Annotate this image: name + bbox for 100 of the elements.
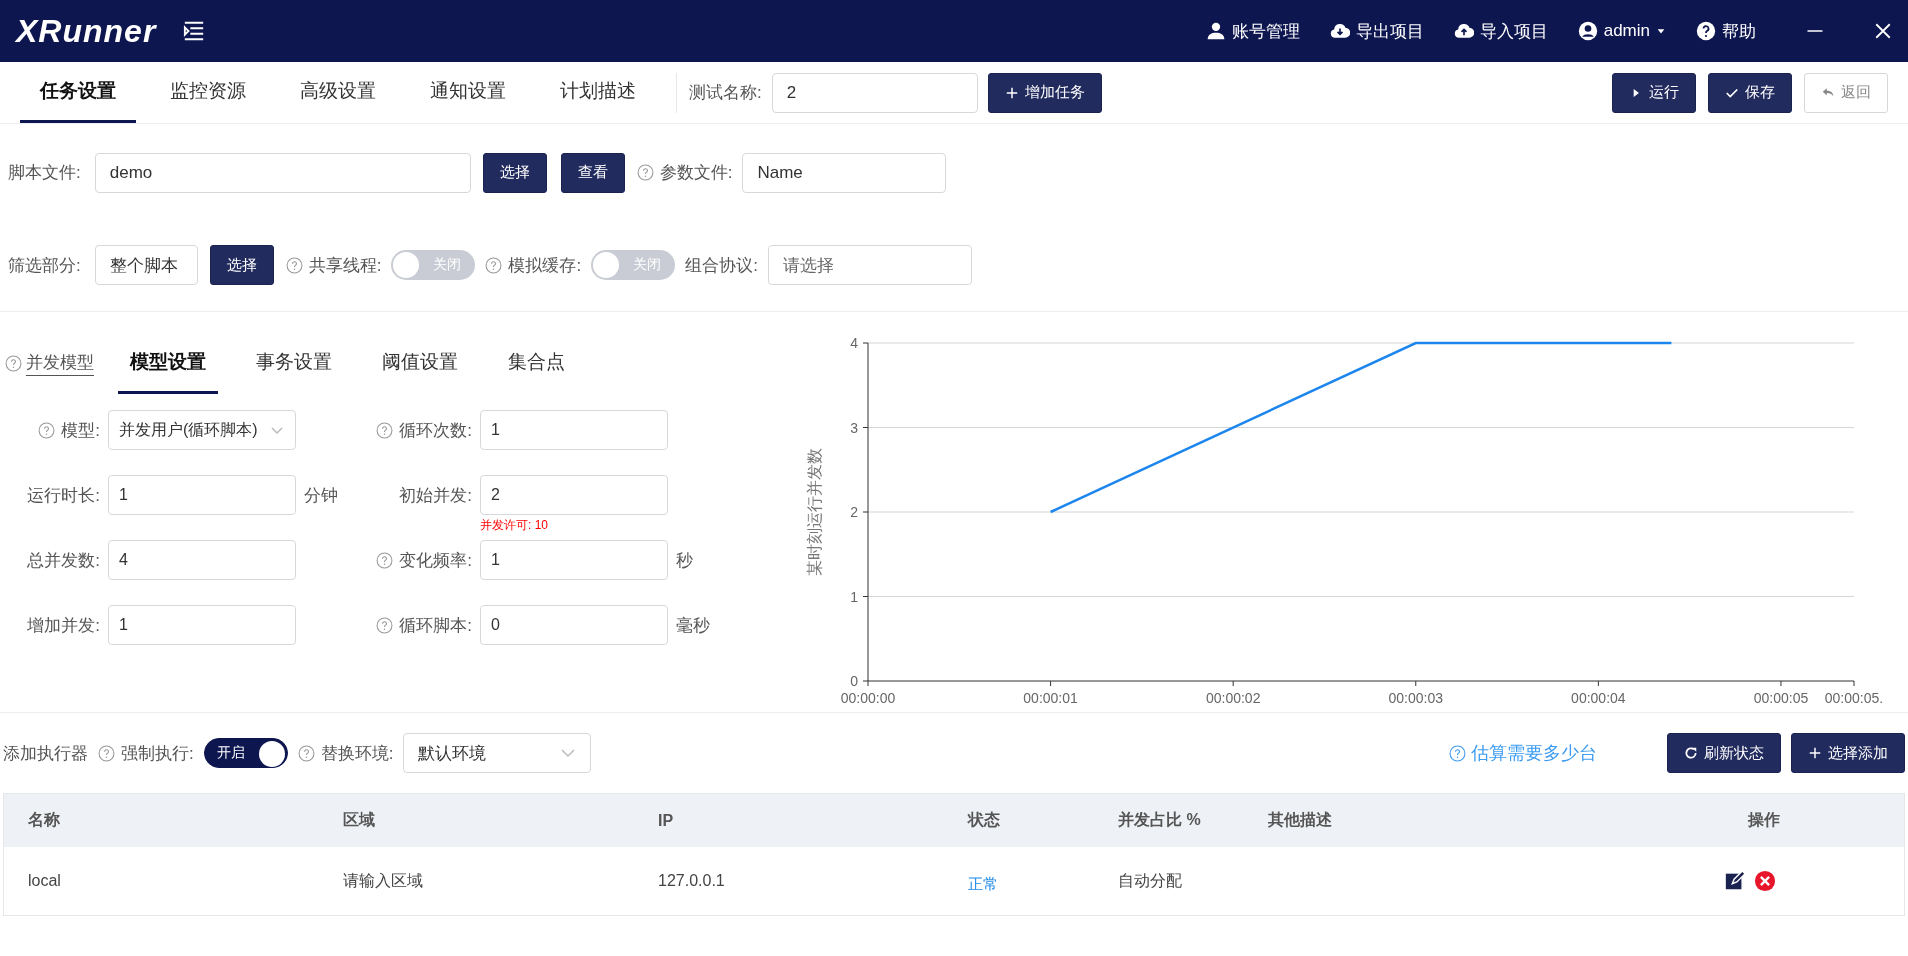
plus-icon — [1004, 85, 1019, 100]
help-link[interactable]: 并发模型 — [26, 350, 94, 376]
column-header: 状态 — [966, 810, 1001, 830]
tick-label: 0 — [850, 673, 858, 689]
menu-label: 账号管理 — [1231, 20, 1300, 43]
cloud-upload-icon — [1453, 21, 1474, 41]
help-icon — [1449, 744, 1466, 762]
menu-label: admin — [1603, 21, 1650, 41]
status-text: 正常 — [967, 874, 999, 894]
select-button[interactable]: 选择 — [482, 152, 547, 193]
menu-label: 导出项目 — [1355, 20, 1424, 43]
text-field[interactable]: 2 — [480, 475, 668, 515]
header-menu-item[interactable]: 帮助 — [1696, 19, 1756, 43]
tick-label: 00:00:05 — [1753, 690, 1809, 706]
tab[interactable]: 计划描述 — [540, 62, 656, 123]
header-menu-item[interactable]: 导入项目 — [1453, 19, 1548, 43]
toolbar-button[interactable]: 刷新状态 — [1667, 733, 1781, 773]
tab[interactable]: 阈值设置 — [370, 332, 470, 394]
header-menu-item[interactable]: 账号管理 — [1205, 19, 1300, 43]
tick-label: 00:00:01 — [1023, 690, 1078, 706]
select-field[interactable]: 请选择 — [767, 245, 972, 285]
column-header: 其他描述 — [1267, 810, 1333, 830]
tab[interactable]: 事务设置 — [244, 332, 344, 394]
refresh-icon — [1684, 746, 1698, 760]
tab[interactable]: 模型设置 — [118, 332, 218, 394]
unit-label: 秒 — [676, 549, 694, 572]
text-field[interactable]: 4 — [108, 540, 296, 580]
tick-label: 4 — [850, 335, 858, 351]
field-label: 参数文件: — [659, 162, 733, 184]
app-logo: XRunner — [16, 12, 157, 50]
field-label: 增加并发: — [27, 614, 100, 637]
text-field[interactable]: Name — [742, 152, 947, 193]
tick-label: 00:00:02 — [1205, 690, 1261, 706]
column-header: IP — [657, 811, 675, 830]
tick-label: 00:00:04 — [1571, 690, 1626, 706]
action-button[interactable]: 运行 — [1612, 72, 1696, 113]
help-icon — [5, 354, 22, 372]
field-label: 模拟缓存: — [508, 254, 582, 277]
action-button[interactable]: 返回 — [1804, 72, 1888, 113]
tab[interactable]: 高级设置 — [280, 62, 396, 123]
text-field[interactable]: 1 — [480, 410, 668, 450]
select-button[interactable]: 选择 — [209, 245, 274, 285]
field-label: 组合协议: — [685, 254, 758, 277]
cloud-download-icon — [1329, 21, 1350, 41]
hint-text: 并发许可: 10 — [480, 517, 548, 534]
menu-label: 帮助 — [1722, 20, 1756, 43]
field-label: 强制执行: — [121, 742, 194, 765]
column-header: 区域 — [342, 810, 376, 830]
table-cell-text: local — [27, 872, 62, 890]
add-task-button[interactable]: 增加任务 — [987, 72, 1102, 113]
field-label: 共享线程: — [308, 254, 382, 277]
tick-label: 00:00:03 — [1388, 690, 1444, 706]
user-circle-icon — [1577, 21, 1598, 41]
delete-icon[interactable] — [1754, 870, 1776, 892]
table-cell-text: 127.0.0.1 — [657, 872, 726, 890]
tick-label: 00:00:05. — [1824, 690, 1884, 706]
text-field[interactable]: demo — [94, 152, 471, 193]
field-label: 总并发数: — [27, 549, 100, 572]
tab[interactable]: 监控资源 — [150, 62, 266, 123]
field-label: 循环次数: — [399, 419, 472, 442]
header-menu-item[interactable]: admin — [1577, 21, 1666, 41]
select-button[interactable]: 查看 — [560, 152, 625, 193]
close-icon[interactable] — [1874, 22, 1892, 40]
column-header: 操作 — [1746, 810, 1781, 830]
header-menu-item[interactable]: 导出项目 — [1329, 19, 1424, 43]
toolbar-button[interactable]: 选择添加 — [1791, 733, 1905, 773]
edit-icon[interactable] — [1724, 870, 1746, 892]
tab[interactable]: 任务设置 — [20, 62, 136, 123]
text-field[interactable]: 1 — [108, 605, 296, 645]
text-field[interactable]: 0 — [480, 605, 668, 645]
toggle-switch[interactable]: 开启 — [203, 738, 288, 768]
tick-label: 00:00:00 — [840, 690, 896, 706]
field-label: 测试名称: — [689, 82, 762, 104]
select-field[interactable]: 默认环境 — [403, 733, 592, 773]
unit-label: 毫秒 — [676, 614, 711, 637]
menu-label: 导入项目 — [1479, 20, 1548, 43]
text-field[interactable]: 整个脚本 — [94, 245, 198, 285]
unit-label: 分钟 — [304, 484, 339, 507]
field-label: 运行时长: — [27, 484, 100, 507]
text-field[interactable]: 1 — [480, 540, 668, 580]
help-icon — [98, 744, 115, 762]
user-icon — [1205, 21, 1226, 41]
field-label: 变化频率: — [399, 549, 472, 572]
tick-label: 3 — [850, 419, 858, 436]
table-cell-text: 请输入区域 — [342, 870, 424, 891]
tick-label: 2 — [850, 504, 858, 520]
help-icon — [297, 744, 315, 762]
text-field[interactable]: 1 — [108, 475, 296, 515]
field-label: 筛选部分: — [8, 254, 81, 277]
text-field[interactable]: 2 — [771, 72, 978, 113]
tab[interactable]: 集合点 — [496, 332, 577, 394]
select-field[interactable]: 并发用户(循环脚本) — [108, 410, 296, 450]
column-header: 名称 — [27, 810, 61, 830]
field-label: 循环脚本: — [399, 614, 472, 637]
tab[interactable]: 通知设置 — [410, 62, 526, 123]
tick-label: 1 — [850, 588, 858, 605]
placeholder-text: 请选择 — [782, 254, 834, 277]
action-button[interactable]: 保存 — [1708, 72, 1792, 113]
section-label: 添加执行器 — [3, 742, 88, 765]
caret-icon — [1656, 26, 1666, 36]
